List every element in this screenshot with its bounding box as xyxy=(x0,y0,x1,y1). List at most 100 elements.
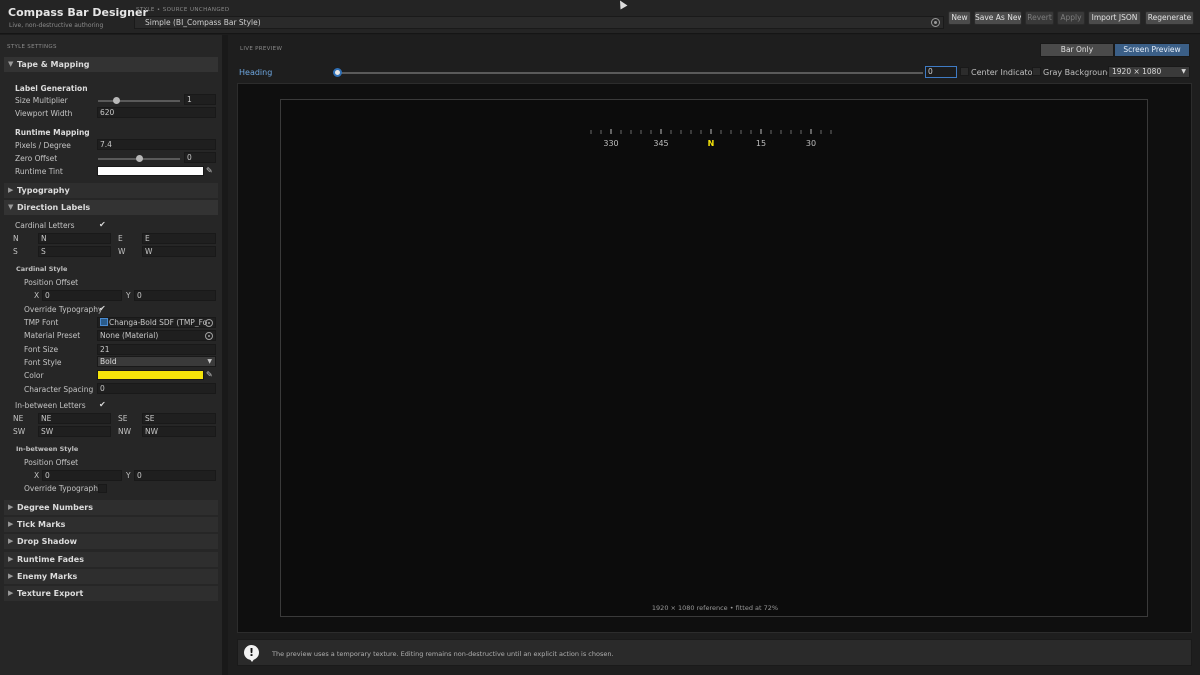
heading-slider-knob[interactable] xyxy=(333,68,342,77)
zero-offset-label: Zero Offset xyxy=(15,154,58,163)
foldout-label: Runtime Fades xyxy=(17,555,84,564)
foldout-tape-mapping[interactable]: ▼ Tape & Mapping xyxy=(4,57,218,72)
s-letter-field[interactable]: S xyxy=(38,246,111,257)
material-preset-field[interactable]: None (Material) xyxy=(97,330,216,341)
heading-slider[interactable] xyxy=(337,72,923,74)
info-text: The preview uses a temporary texture. Ed… xyxy=(272,650,614,658)
foldout-drop-shadow[interactable]: ▶ Drop Shadow xyxy=(4,534,218,549)
collapsed-arrow-icon: ▶ xyxy=(8,589,14,597)
ib-position-offset-y-field[interactable]: 0 xyxy=(134,470,216,481)
sw-letter-field[interactable]: SW xyxy=(38,426,111,437)
se-letter-field[interactable]: SE xyxy=(142,413,216,424)
center-indicator-checkbox[interactable] xyxy=(960,67,969,76)
collapsed-arrow-icon: ▶ xyxy=(8,555,14,563)
bar-only-toggle[interactable]: Bar Only xyxy=(1040,43,1114,57)
style-settings-caption: STYLE SETTINGS xyxy=(7,44,57,50)
expanded-arrow-icon: ▼ xyxy=(8,203,14,211)
import-json-button[interactable]: Import JSON xyxy=(1088,11,1141,25)
preview-frame: 330 345 N 15 30 1920 × 1080 reference • fitt… xyxy=(237,83,1192,633)
color-label: Color xyxy=(24,371,44,380)
inbetween-letters-label: In-between Letters xyxy=(15,401,86,410)
save-as-new-button[interactable]: Save As New xyxy=(974,11,1022,25)
cardinal-letters-checkbox[interactable]: ✔ xyxy=(99,220,106,229)
foldout-label: Typography xyxy=(17,186,70,195)
collapsed-arrow-icon: ▶ xyxy=(8,186,14,194)
screen-preview-toggle[interactable]: Screen Preview xyxy=(1114,43,1190,57)
header-bar: Compass Bar Designer Live, non-destructi… xyxy=(0,0,1200,34)
viewport-width-label: Viewport Width xyxy=(15,109,73,118)
sw-key-label: SW xyxy=(13,427,26,436)
foldout-runtime-fades[interactable]: ▶ Runtime Fades xyxy=(4,552,218,567)
nw-letter-field[interactable]: NW xyxy=(142,426,216,437)
new-button[interactable]: New xyxy=(948,11,971,25)
ib-position-offset-x-field[interactable]: 0 xyxy=(42,470,122,481)
zero-offset-slider-knob[interactable] xyxy=(136,155,143,162)
live-preview-caption: LIVE PREVIEW xyxy=(240,46,283,52)
compass-label-330: 330 xyxy=(603,139,618,148)
object-picker-icon[interactable] xyxy=(205,319,213,327)
info-speech-icon: ! xyxy=(244,645,259,662)
runtime-tint-label: Runtime Tint xyxy=(15,167,63,176)
revert-button[interactable]: Revert xyxy=(1025,11,1054,25)
zero-offset-field[interactable]: 0 xyxy=(184,152,216,163)
size-multiplier-slider[interactable] xyxy=(98,100,180,102)
size-multiplier-field[interactable]: 1 xyxy=(184,94,216,105)
foldout-typography[interactable]: ▶ Typography xyxy=(4,183,218,198)
e-letter-field[interactable]: E xyxy=(142,233,216,244)
heading-label: Heading xyxy=(239,68,273,77)
ib-override-typography-label: Override Typography xyxy=(24,484,103,493)
w-key-label: W xyxy=(118,247,126,256)
tmp-font-label: TMP Font xyxy=(24,318,59,327)
live-preview-panel: LIVE PREVIEW Bar Only Screen Preview Hea… xyxy=(228,35,1200,675)
foldout-degree-numbers[interactable]: ▶ Degree Numbers xyxy=(4,500,218,515)
size-multiplier-slider-knob[interactable] xyxy=(113,97,121,104)
override-typography-checkbox[interactable]: ✔ xyxy=(99,304,106,313)
expanded-arrow-icon: ▼ xyxy=(8,60,14,68)
y-key-label: Y xyxy=(126,291,131,300)
pixels-per-degree-field[interactable]: 7.4 xyxy=(97,139,216,150)
viewport-width-field[interactable]: 620 xyxy=(97,107,216,118)
cardinal-style-heading: Cardinal Style xyxy=(16,265,68,273)
foldout-tick-marks[interactable]: ▶ Tick Marks xyxy=(4,517,218,532)
runtime-tint-swatch[interactable] xyxy=(97,166,204,176)
pixels-per-degree-label: Pixels / Degree xyxy=(15,141,71,150)
resolution-dropdown[interactable]: 1920 × 1080 ▼ xyxy=(1108,66,1190,78)
n-letter-field[interactable]: N xyxy=(38,233,111,244)
font-style-dropdown[interactable]: Bold ▼ xyxy=(97,356,216,367)
foldout-label: Degree Numbers xyxy=(17,503,93,512)
regenerate-button[interactable]: Regenerate xyxy=(1145,11,1194,25)
ne-letter-field[interactable]: NE xyxy=(38,413,111,424)
font-size-field[interactable]: 21 xyxy=(97,344,216,355)
ib-override-typography-checkbox[interactable] xyxy=(98,484,107,493)
apply-button[interactable]: Apply xyxy=(1057,11,1085,25)
foldout-direction-labels[interactable]: ▼ Direction Labels xyxy=(4,200,218,215)
style-object-field[interactable]: Simple (BI_Compass Bar Style) xyxy=(134,16,944,29)
foldout-enemy-marks[interactable]: ▶ Enemy Marks xyxy=(4,569,218,584)
gray-background-checkbox[interactable] xyxy=(1032,67,1041,76)
runtime-mapping-heading: Runtime Mapping xyxy=(15,128,90,137)
app-title: Compass Bar Designer xyxy=(8,6,148,19)
chevron-down-icon: ▼ xyxy=(207,358,212,365)
s-key-label: S xyxy=(13,247,18,256)
tmp-font-field[interactable]: Changa-Bold SDF (TMP_Fo xyxy=(97,317,216,328)
position-offset-y-field[interactable]: 0 xyxy=(134,290,216,301)
material-preset-value: None (Material) xyxy=(100,331,159,340)
eyedropper-icon[interactable]: ✎ xyxy=(206,370,213,379)
character-spacing-field[interactable]: 0 xyxy=(97,383,216,394)
object-picker-icon[interactable] xyxy=(205,332,213,340)
reference-caption: 1920 × 1080 reference • fitted at 72% xyxy=(651,604,779,612)
app-subtitle: Live, non-destructive authoring xyxy=(9,22,104,29)
font-size-label: Font Size xyxy=(24,345,59,354)
foldout-label: Direction Labels xyxy=(17,203,91,212)
inbetween-letters-checkbox[interactable]: ✔ xyxy=(99,400,106,409)
preview-screen: 330 345 N 15 30 1920 × 1080 reference • fitt… xyxy=(280,99,1148,617)
material-preset-label: Material Preset xyxy=(24,331,81,340)
foldout-texture-export[interactable]: ▶ Texture Export xyxy=(4,586,218,601)
position-offset-x-field[interactable]: 0 xyxy=(42,290,122,301)
heading-value-field[interactable]: 0 xyxy=(925,66,957,78)
w-letter-field[interactable]: W xyxy=(142,246,216,257)
e-key-label: E xyxy=(118,234,123,243)
eyedropper-icon[interactable]: ✎ xyxy=(206,166,213,175)
color-swatch[interactable] xyxy=(97,370,204,380)
object-picker-icon[interactable] xyxy=(931,18,940,27)
